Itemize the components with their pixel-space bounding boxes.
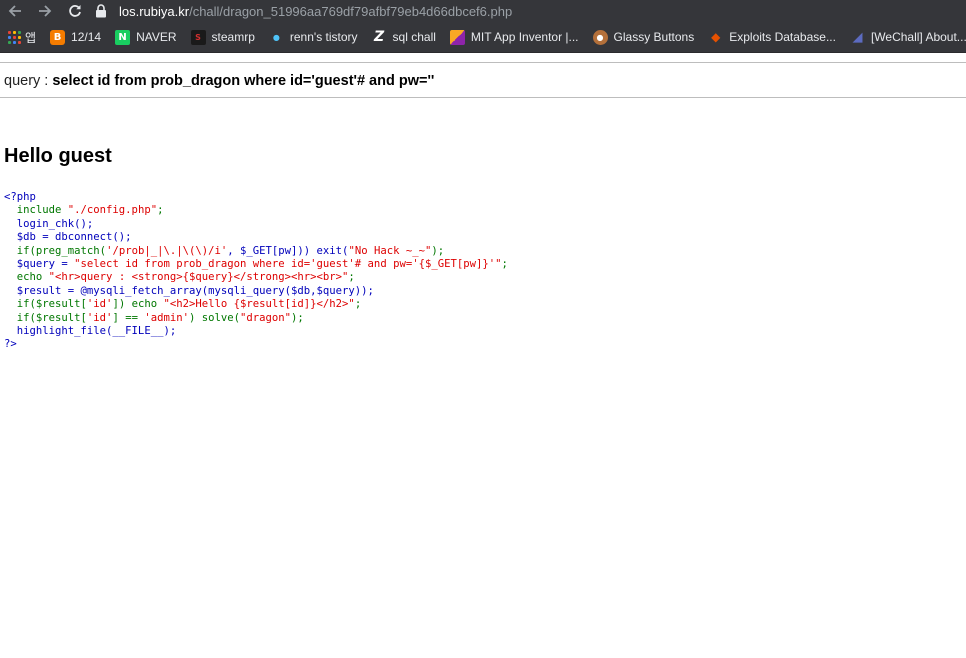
bookmark-label: NAVER bbox=[136, 30, 177, 44]
bookmark-steamrp[interactable]: S steamrp bbox=[190, 29, 255, 45]
code-token: 'id' bbox=[86, 298, 113, 311]
apps-grid-icon bbox=[8, 30, 21, 44]
code-token: $query = bbox=[4, 258, 75, 271]
query-value: select id from prob_dragon where id='gue… bbox=[52, 73, 435, 89]
arrow-right-icon bbox=[39, 5, 52, 17]
browser-toolbar: los.rubiya.kr/chall/dragon_51996aa769df7… bbox=[0, 0, 966, 22]
bookmark-label: [WeChall] About... bbox=[870, 30, 966, 44]
bookmark-naver[interactable]: N NAVER bbox=[115, 29, 177, 45]
address-bar[interactable]: los.rubiya.kr/chall/dragon_51996aa769df7… bbox=[95, 0, 512, 22]
code-token: ; bbox=[354, 298, 362, 311]
divider bbox=[0, 97, 966, 98]
mit-app-inventor-icon bbox=[449, 29, 465, 45]
code-token: '/prob|_|\.|\(\)/i' bbox=[106, 244, 228, 257]
bookmark-label: Glassy Buttons bbox=[613, 30, 695, 44]
bookmark-label: sql chall bbox=[392, 30, 436, 44]
code-token: ]) echo bbox=[112, 298, 164, 311]
glassy-buttons-icon: ● bbox=[592, 29, 608, 45]
code-token: if($result[ bbox=[4, 298, 87, 311]
blogger-icon: B bbox=[50, 29, 66, 45]
code-line: $db = dbconnect(); bbox=[4, 231, 132, 244]
z-logo-icon: Z bbox=[373, 29, 385, 45]
query-label: query : bbox=[4, 73, 53, 89]
bookmark-renns-tistory[interactable]: ● renn's tistory bbox=[269, 30, 358, 45]
code-token: if($result[ bbox=[4, 311, 87, 324]
code-line: login_chk(); bbox=[4, 217, 94, 230]
bookmark-12-14[interactable]: B 12/14 bbox=[50, 29, 102, 45]
code-token: 'id' bbox=[86, 311, 113, 324]
bookmark-label: Exploits Database... bbox=[729, 30, 836, 44]
code-token: "<h2>Hello {$result[id]}</h2>" bbox=[163, 298, 355, 311]
url-path: /chall/dragon_51996aa769df79afbf79eb4d66… bbox=[189, 3, 513, 19]
arrow-left-icon bbox=[8, 5, 21, 17]
lock-icon bbox=[95, 4, 109, 18]
code-token: "<hr>query : <strong>{$query}</strong><h… bbox=[48, 271, 349, 284]
bookmark-label: MIT App Inventor |... bbox=[470, 30, 579, 44]
code-token: ); bbox=[291, 311, 304, 324]
wechall-icon: ◢ bbox=[852, 29, 863, 45]
code-token: include bbox=[4, 204, 68, 217]
steamrp-icon: S bbox=[190, 29, 206, 45]
bookmark-label: steamrp bbox=[211, 30, 255, 44]
bookmark-sql-chall[interactable]: Z sql chall bbox=[372, 29, 436, 45]
code-token: "dragon" bbox=[240, 311, 292, 324]
code-token: ] == bbox=[112, 311, 145, 324]
exploit-db-icon: ◆ bbox=[711, 30, 721, 44]
code-token: ; bbox=[501, 258, 508, 271]
bookmark-label: 12/14 bbox=[71, 30, 102, 44]
code-token: , $_GET[pw])) exit( bbox=[227, 244, 349, 257]
php-source-code: <?php include "./config.php"; login_chk(… bbox=[4, 191, 508, 352]
back-button[interactable] bbox=[0, 0, 30, 22]
bookmarks-bar: 앱 B 12/14 N NAVER S steamrp ● renn's tis… bbox=[0, 22, 966, 53]
divider bbox=[0, 62, 966, 63]
reload-icon bbox=[69, 5, 81, 17]
hello-heading: Hello guest bbox=[4, 145, 112, 167]
code-token: "select id from prob_dragon where id='gu… bbox=[74, 258, 502, 271]
code-token: 'admin' bbox=[144, 311, 189, 324]
code-token: ; bbox=[348, 271, 355, 284]
bookmark-glassy-buttons[interactable]: ● Glassy Buttons bbox=[592, 29, 695, 45]
bookmark-label: 앱 bbox=[25, 30, 37, 45]
code-line: $result = @mysqli_fetch_array(mysqli_que… bbox=[4, 284, 374, 297]
code-token: "No Hack ~_~" bbox=[348, 244, 432, 257]
bookmark-wechall[interactable]: ◢ [WeChall] About... bbox=[850, 30, 966, 45]
bookmark-apps[interactable]: 앱 bbox=[8, 29, 36, 46]
bookmark-mit-app-inventor[interactable]: MIT App Inventor |... bbox=[449, 29, 579, 45]
code-token: echo bbox=[4, 271, 49, 284]
url-host: los.rubiya.kr bbox=[119, 3, 190, 19]
bookmark-label: renn's tistory bbox=[289, 30, 358, 44]
bookmark-exploits-database[interactable]: ◆ Exploits Database... bbox=[708, 30, 836, 45]
code-token: ) solve( bbox=[188, 311, 241, 324]
code-token: ; bbox=[157, 204, 164, 217]
forward-button[interactable] bbox=[30, 0, 60, 22]
reload-button[interactable] bbox=[60, 0, 90, 22]
tistory-icon: ● bbox=[272, 32, 280, 42]
code-token: "./config.php" bbox=[67, 204, 158, 217]
naver-icon: N bbox=[115, 29, 131, 45]
code-line: <?php bbox=[4, 191, 36, 203]
query-line: query : select id from prob_dragon where… bbox=[4, 73, 434, 89]
code-line: highlight_file(__FILE__); bbox=[4, 325, 177, 338]
code-line: ?> bbox=[4, 338, 17, 351]
code-token: if(preg_match( bbox=[4, 244, 107, 257]
code-token: ); bbox=[431, 244, 445, 257]
